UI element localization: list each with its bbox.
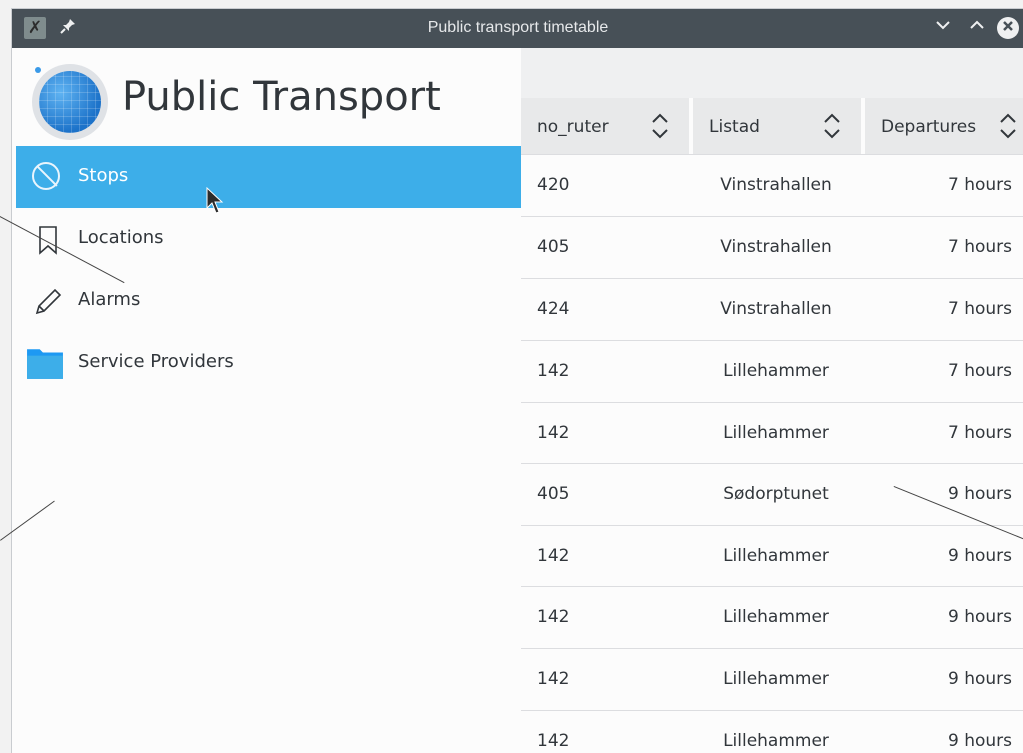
cell-route: 424 <box>537 299 570 319</box>
minimize-button[interactable] <box>930 15 956 41</box>
maximize-button[interactable] <box>964 15 990 41</box>
cell-destination: Lillehammer <box>723 361 829 381</box>
cell-route: 142 <box>537 669 570 689</box>
cell-destination: Lillehammer <box>723 731 829 751</box>
table-row[interactable]: 142 Lillehammer 9 hours <box>521 710 1023 753</box>
table-row[interactable]: 142 Lillehammer 7 hours <box>521 340 1023 402</box>
cell-destination: Vinstrahallen <box>720 175 832 195</box>
cell-route: 405 <box>537 237 570 257</box>
column-header-no-ruter[interactable]: no_ruter <box>521 98 689 154</box>
stop-icon <box>32 162 60 190</box>
table-row[interactable]: 424 Vinstrahallen 7 hours <box>521 278 1023 340</box>
sidebar-item-alarms[interactable]: Alarms <box>16 270 521 332</box>
column-header-label: no_ruter <box>537 117 609 137</box>
sidebar-item-label: Stops <box>78 165 129 186</box>
mouse-cursor-icon <box>206 187 224 214</box>
table-row[interactable]: 142 Lillehammer 9 hours <box>521 525 1023 587</box>
sidebar-item-service-providers[interactable]: Service Providers <box>16 332 521 394</box>
sidebar-item-label: Service Providers <box>78 351 234 372</box>
table-row[interactable]: 405 Sødorptunet 9 hours <box>521 463 1023 525</box>
table-row[interactable]: 142 Lillehammer 7 hours <box>521 402 1023 464</box>
toolbar <box>521 48 1023 98</box>
cell-departure: 9 hours <box>947 669 1012 689</box>
cell-departure: 9 hours <box>947 731 1012 751</box>
sort-icon <box>652 113 668 139</box>
sidebar: Public Transport Stops Locations Alarms … <box>12 48 522 753</box>
cell-destination: Lillehammer <box>723 607 829 627</box>
column-header-listad[interactable]: Listad <box>693 98 861 154</box>
table-row[interactable]: 405 Vinstrahallen 7 hours <box>521 216 1023 278</box>
sidebar-item-locations[interactable]: Locations <box>16 208 521 270</box>
chevron-up-icon <box>970 20 984 29</box>
table-row[interactable]: 420 Vinstrahallen 7 hours <box>521 154 1023 216</box>
cell-route: 142 <box>537 731 570 751</box>
app-title: Public Transport <box>122 74 441 120</box>
pencil-icon <box>35 288 62 315</box>
cell-route: 142 <box>537 607 570 627</box>
cell-destination: Lillehammer <box>723 546 829 566</box>
sidebar-item-label: Locations <box>78 227 164 248</box>
cell-departure: 9 hours <box>947 607 1012 627</box>
globe-icon <box>39 71 101 133</box>
cell-route: 142 <box>537 423 570 443</box>
cell-destination: Lillehammer <box>723 423 829 443</box>
window-title: Public transport timetable <box>427 19 609 36</box>
cell-destination: Vinstrahallen <box>720 299 832 319</box>
close-button[interactable] <box>997 17 1019 39</box>
chevron-down-icon <box>936 21 950 30</box>
table-row[interactable]: 142 Lillehammer 9 hours <box>521 648 1023 710</box>
logo-dot <box>35 67 41 73</box>
column-header-label: Listad <box>709 117 760 137</box>
column-header-departures[interactable]: Departures <box>865 98 1023 154</box>
folder-icon <box>27 349 63 379</box>
bookmark-icon <box>39 226 57 255</box>
close-icon <box>1003 21 1013 31</box>
cell-departure: 7 hours <box>947 361 1012 381</box>
cell-departure: 7 hours <box>947 299 1012 319</box>
cell-departure: 9 hours <box>947 484 1012 504</box>
cell-departure: 7 hours <box>947 237 1012 257</box>
cell-route: 420 <box>537 175 570 195</box>
cell-departure: 7 hours <box>947 175 1012 195</box>
timetable-panel: no_ruter Listad Departures 420 Vinstraha… <box>521 48 1023 753</box>
cell-destination: Sødorptunet <box>723 484 829 504</box>
cell-departure: 7 hours <box>947 423 1012 443</box>
sidebar-item-stops[interactable]: Stops <box>16 146 521 208</box>
cell-route: 142 <box>537 546 570 566</box>
table-row[interactable]: 142 Lillehammer 9 hours <box>521 586 1023 648</box>
title-bar[interactable]: ✗ Public transport timetable <box>12 9 1023 48</box>
cell-departure: 9 hours <box>947 546 1012 566</box>
cell-route: 142 <box>537 361 570 381</box>
app-logo <box>32 64 108 140</box>
cell-destination: Lillehammer <box>723 669 829 689</box>
column-header-label: Departures <box>881 117 977 137</box>
sidebar-item-label: Alarms <box>78 289 141 310</box>
cell-route: 405 <box>537 484 570 504</box>
sort-icon <box>824 113 840 139</box>
cell-destination: Vinstrahallen <box>720 237 832 257</box>
sort-icon <box>1000 113 1016 139</box>
app-window: ✗ Public transport timetable Public Tran… <box>11 8 1023 753</box>
